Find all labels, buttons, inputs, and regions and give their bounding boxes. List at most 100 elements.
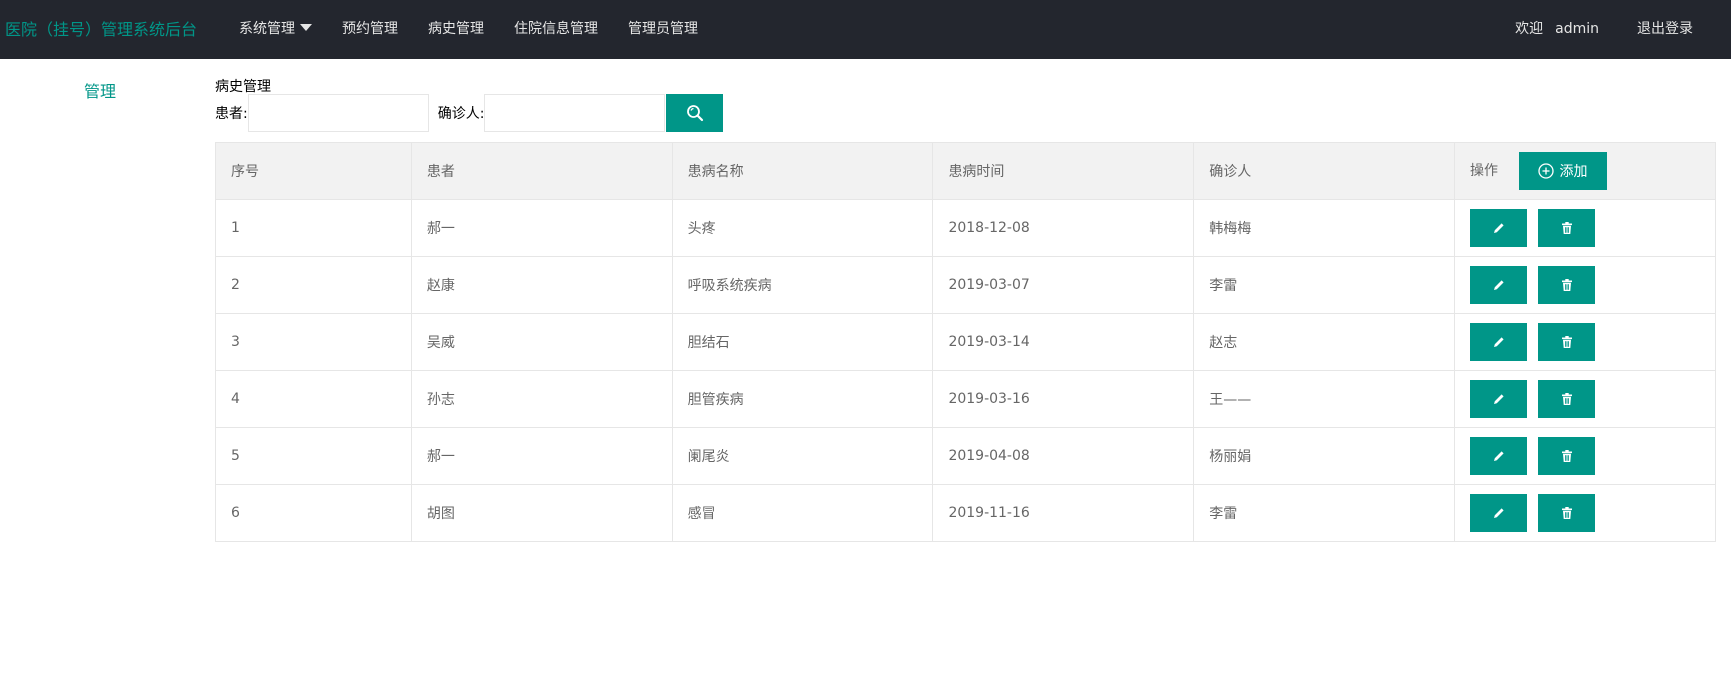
nav-inpatient-info[interactable]: 住院信息管理 <box>499 0 613 59</box>
cell-index: 1 <box>215 199 412 257</box>
delete-button[interactable] <box>1538 266 1596 304</box>
search-bar: 患者: 确诊人: <box>215 94 724 132</box>
cell-actions <box>1454 199 1716 257</box>
cell-date: 2019-03-07 <box>932 256 1195 314</box>
diagnoser-search-input[interactable] <box>484 94 666 132</box>
patient-search-input[interactable] <box>247 94 429 132</box>
cell-actions <box>1454 427 1716 485</box>
col-header-patient: 患者 <box>410 142 673 200</box>
cell-patient: 吴威 <box>410 313 673 371</box>
search-icon <box>687 105 704 122</box>
trash-icon <box>1561 507 1572 519</box>
trash-icon <box>1561 336 1572 348</box>
trash-icon <box>1561 393 1572 405</box>
cell-patient: 赵康 <box>410 256 673 314</box>
welcome-label: 欢迎 <box>1515 21 1544 37</box>
edit-button[interactable] <box>1470 209 1528 247</box>
caret-down-icon <box>300 24 312 31</box>
nav-admin-management[interactable]: 管理员管理 <box>613 0 713 59</box>
cell-date: 2018-12-08 <box>932 199 1195 257</box>
edit-button[interactable] <box>1470 380 1528 418</box>
col-header-actions: 操作 添加 <box>1454 142 1716 200</box>
add-button-label: 添加 <box>1559 164 1588 180</box>
cell-actions <box>1454 484 1716 542</box>
trash-icon <box>1561 222 1572 234</box>
table-row: 6 胡图 感冒 2019-11-16 李雷 <box>215 484 1716 542</box>
delete-button[interactable] <box>1538 437 1596 475</box>
table-row: 4 孙志 胆管疾病 2019-03-16 王—— <box>215 370 1716 428</box>
welcome-text: 欢迎 admin <box>1515 0 1599 59</box>
cell-date: 2019-03-16 <box>932 370 1195 428</box>
delete-button[interactable] <box>1538 380 1596 418</box>
cell-date: 2019-04-08 <box>932 427 1195 485</box>
cell-index: 6 <box>215 484 412 542</box>
nav-system-management[interactable]: 系统管理 <box>224 0 327 59</box>
edit-button[interactable] <box>1470 323 1528 361</box>
cell-patient: 孙志 <box>410 370 673 428</box>
plus-circle-icon <box>1537 163 1554 179</box>
cell-patient: 郝一 <box>410 199 673 257</box>
cell-disease: 胆管疾病 <box>671 370 934 428</box>
edit-button[interactable] <box>1470 494 1528 532</box>
table-row: 2 赵康 呼吸系统疾病 2019-03-07 李雷 <box>215 256 1716 314</box>
cell-disease: 感冒 <box>671 484 934 542</box>
app-title: 医院（挂号）管理系统后台 <box>5 20 198 39</box>
col-header-index: 序号 <box>215 142 412 200</box>
cell-diagnoser: 王—— <box>1193 370 1456 428</box>
pencil-icon <box>1493 451 1504 461</box>
table-row: 5 郝一 阑尾炎 2019-04-08 杨丽娟 <box>215 427 1716 485</box>
cell-diagnoser: 李雷 <box>1193 484 1456 542</box>
add-button[interactable]: 添加 <box>1518 152 1607 190</box>
top-header: 医院（挂号）管理系统后台 系统管理 预约管理 病史管理 住院信息管理 管理员管理… <box>0 0 1731 59</box>
trash-icon <box>1561 450 1572 462</box>
cell-disease: 头疼 <box>671 199 934 257</box>
edit-button[interactable] <box>1470 437 1528 475</box>
actions-label: 操作 <box>1470 163 1499 179</box>
cell-date: 2019-03-14 <box>932 313 1195 371</box>
main-nav: 系统管理 预约管理 病史管理 住院信息管理 管理员管理 <box>224 0 713 59</box>
page-title: 病史管理 <box>215 79 271 95</box>
user-area: 欢迎 admin 退出登录 <box>1515 0 1731 59</box>
edit-button[interactable] <box>1470 266 1528 304</box>
table-header-row: 序号 患者 患病名称 患病时间 确诊人 操作 添加 <box>215 142 1716 200</box>
delete-button[interactable] <box>1538 494 1596 532</box>
table-row: 1 郝一 头疼 2018-12-08 韩梅梅 <box>215 199 1716 257</box>
cell-index: 3 <box>215 313 412 371</box>
diagnoser-label: 确诊人: <box>437 106 485 122</box>
cell-disease: 阑尾炎 <box>671 427 934 485</box>
pencil-icon <box>1493 394 1504 404</box>
pencil-icon <box>1493 223 1504 233</box>
cell-index: 4 <box>215 370 412 428</box>
delete-button[interactable] <box>1538 209 1596 247</box>
logout-link[interactable]: 退出登录 <box>1637 0 1693 59</box>
cell-diagnoser: 赵志 <box>1193 313 1456 371</box>
cell-diagnoser: 韩梅梅 <box>1193 199 1456 257</box>
nav-appointment-management[interactable]: 预约管理 <box>327 0 413 59</box>
delete-button[interactable] <box>1538 323 1596 361</box>
trash-icon <box>1561 279 1572 291</box>
cell-date: 2019-11-16 <box>932 484 1195 542</box>
col-header-disease: 患病名称 <box>671 142 934 200</box>
cell-actions <box>1454 370 1716 428</box>
search-button[interactable] <box>666 94 724 132</box>
cell-patient: 郝一 <box>410 427 673 485</box>
table-row: 3 吴威 胆结石 2019-03-14 赵志 <box>215 313 1716 371</box>
medical-history-table: 序号 患者 患病名称 患病时间 确诊人 操作 添加 1 郝一 头疼 2018-12-0… <box>215 142 1716 542</box>
cell-patient: 胡图 <box>410 484 673 542</box>
cell-actions <box>1454 313 1716 371</box>
cell-actions <box>1454 256 1716 314</box>
cell-index: 2 <box>215 256 412 314</box>
cell-diagnoser: 杨丽娟 <box>1193 427 1456 485</box>
cell-disease: 胆结石 <box>671 313 934 371</box>
cell-disease: 呼吸系统疾病 <box>671 256 934 314</box>
patient-label: 患者: <box>215 106 248 122</box>
pencil-icon <box>1493 508 1504 518</box>
nav-medical-history[interactable]: 病史管理 <box>413 0 499 59</box>
table-body: 1 郝一 头疼 2018-12-08 韩梅梅 2 赵康 呼吸系统疾病 2019-03-07 李雷 3… <box>215 199 1716 542</box>
cell-index: 5 <box>215 427 412 485</box>
col-header-date: 患病时间 <box>932 142 1195 200</box>
pencil-icon <box>1493 280 1504 290</box>
pencil-icon <box>1493 337 1504 347</box>
sidebar-item-manage[interactable]: 管理 <box>84 78 116 102</box>
username: admin <box>1555 21 1599 37</box>
